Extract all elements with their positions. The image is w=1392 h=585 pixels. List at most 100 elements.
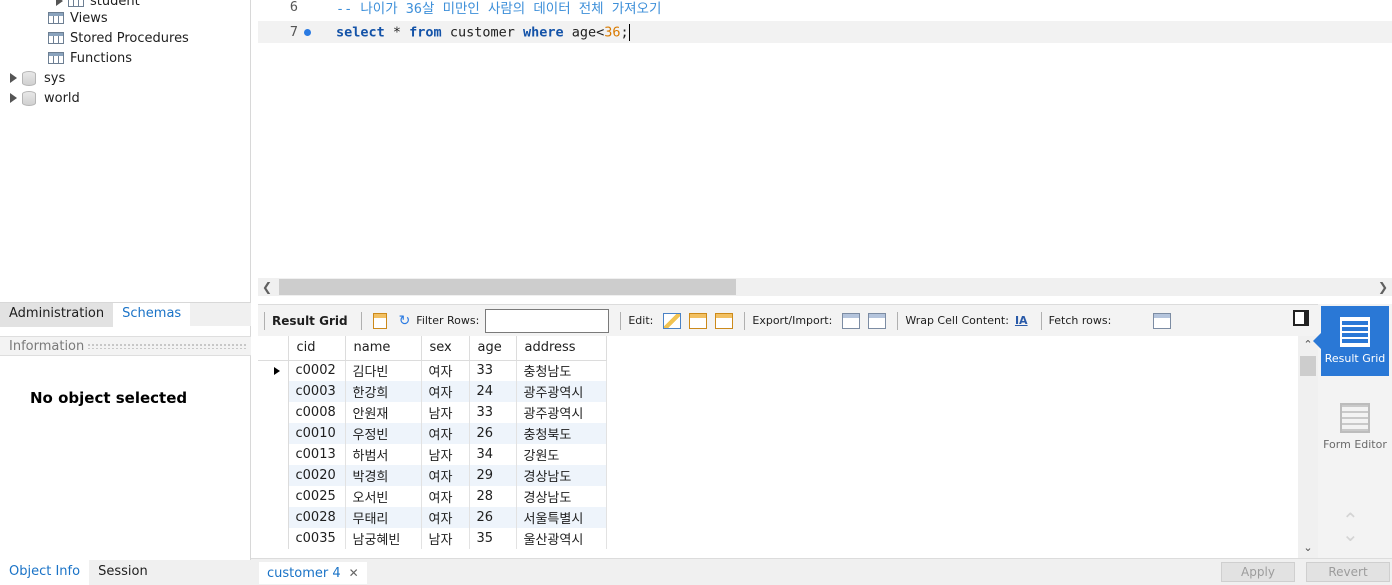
scroll-down-icon[interactable]: ⌄	[1298, 541, 1318, 554]
tree-item-sys[interactable]: sys	[10, 68, 65, 88]
export-icon[interactable]	[842, 312, 861, 329]
table-cell-cid[interactable]: c0035	[288, 528, 346, 549]
tree-item-functions[interactable]: Functions	[48, 48, 132, 68]
table-row[interactable]: c0010 우정빈 여자 26 충청북도	[258, 423, 607, 444]
drag-handle[interactable]	[87, 343, 247, 349]
table-cell-sex[interactable]: 남자	[421, 528, 470, 549]
import-icon[interactable]	[868, 312, 887, 329]
result-tab-customer-4[interactable]: customer 4 ✕	[259, 562, 367, 584]
fetch-rows-icon[interactable]	[1153, 312, 1172, 329]
table-cell-age[interactable]: 24	[469, 381, 517, 402]
edit-row-icon[interactable]	[663, 312, 682, 329]
table-row[interactable]: c0008 안원재 남자 33 광주광역시	[258, 402, 607, 423]
row-selector[interactable]	[258, 528, 289, 549]
table-cell-name[interactable]: 박경희	[345, 465, 422, 486]
table-cell-sex[interactable]: 남자	[421, 402, 470, 423]
tab-object-info[interactable]: Object Info	[0, 560, 90, 585]
table-cell-name[interactable]: 우정빈	[345, 423, 422, 444]
row-selector[interactable]	[258, 402, 289, 423]
table-cell-name[interactable]: 김다빈	[345, 360, 422, 381]
table-row[interactable]: c0025 오서빈 여자 28 경상남도	[258, 486, 607, 507]
tree-item-views[interactable]: Views	[48, 8, 108, 28]
table-cell-age[interactable]: 34	[469, 444, 517, 465]
table-cell-cid[interactable]: c0002	[288, 360, 346, 381]
tab-session[interactable]: Session	[89, 560, 157, 585]
wrap-cell-icon[interactable]: IA	[1015, 314, 1028, 327]
row-selector[interactable]	[258, 507, 289, 528]
row-selector[interactable]	[258, 444, 289, 465]
table-cell-age[interactable]: 26	[469, 423, 517, 444]
table-cell-address[interactable]: 강원도	[516, 444, 607, 465]
form-editor-view-button[interactable]: Form Editor	[1321, 392, 1389, 462]
grid-vertical-scrollbar[interactable]: ⌃ ⌄	[1298, 336, 1318, 558]
column-header[interactable]: age	[469, 336, 517, 361]
result-grid-view-button[interactable]: Result Grid	[1313, 306, 1389, 376]
table-cell-name[interactable]: 무태리	[345, 507, 422, 528]
table-cell-cid[interactable]: c0028	[288, 507, 346, 528]
delete-row-icon[interactable]	[715, 312, 734, 329]
table-cell-cid[interactable]: c0003	[288, 381, 346, 402]
table-cell-address[interactable]: 경상남도	[516, 486, 607, 507]
row-selector[interactable]	[258, 381, 289, 402]
table-cell-cid[interactable]: c0010	[288, 423, 346, 444]
scroll-right-icon[interactable]: ❯	[1374, 278, 1392, 296]
column-header[interactable]: name	[345, 336, 422, 361]
scrollbar-thumb[interactable]	[279, 279, 736, 295]
scroll-left-icon[interactable]: ❮	[258, 278, 276, 296]
editor-line[interactable]: 6 -- 나이가 36살 미만인 사람의 데이터 전체 가져오기	[258, 0, 1392, 18]
table-cell-address[interactable]: 광주광역시	[516, 381, 607, 402]
panel-scroll-down-icon[interactable]: ⌄	[1342, 522, 1359, 546]
table-row[interactable]: c0002 김다빈 여자 33 충청남도	[258, 360, 607, 381]
table-cell-age[interactable]: 33	[469, 402, 517, 423]
column-header[interactable]: address	[516, 336, 607, 361]
table-cell-name[interactable]: 안원재	[345, 402, 422, 423]
table-cell-name[interactable]: 남궁혜빈	[345, 528, 422, 549]
table-cell-address[interactable]: 광주광역시	[516, 402, 607, 423]
table-row[interactable]: c0020 박경희 여자 29 경상남도	[258, 465, 607, 486]
table-cell-name[interactable]: 하범서	[345, 444, 422, 465]
table-cell-sex[interactable]: 남자	[421, 444, 470, 465]
column-header[interactable]: sex	[421, 336, 470, 361]
editor-line-current[interactable]: 7 select * from customer where age<36;	[258, 21, 1392, 43]
table-cell-address[interactable]: 서울특별시	[516, 507, 607, 528]
table-cell-address[interactable]: 경상남도	[516, 465, 607, 486]
table-cell-sex[interactable]: 여자	[421, 423, 470, 444]
row-selector[interactable]	[258, 423, 289, 444]
table-cell-age[interactable]: 29	[469, 465, 517, 486]
row-selector-header[interactable]	[258, 336, 289, 361]
tree-item-stored-procedures[interactable]: Stored Procedures	[48, 28, 189, 48]
expand-arrow-icon[interactable]	[10, 93, 17, 103]
close-icon[interactable]: ✕	[349, 566, 359, 580]
scrollbar-thumb[interactable]	[1300, 356, 1316, 376]
table-cell-cid[interactable]: c0008	[288, 402, 346, 423]
table-cell-age[interactable]: 33	[469, 360, 517, 381]
table-cell-address[interactable]: 울산광역시	[516, 528, 607, 549]
table-row[interactable]: c0013 하범서 남자 34 강원도	[258, 444, 607, 465]
table-cell-sex[interactable]: 여자	[421, 381, 470, 402]
table-cell-address[interactable]: 충청북도	[516, 423, 607, 444]
refresh-icon[interactable]: ↻	[399, 313, 411, 329]
sql-editor[interactable]: 6 -- 나이가 36살 미만인 사람의 데이터 전체 가져오기 7 selec…	[258, 0, 1392, 277]
panel-toggle-icon[interactable]	[1293, 310, 1309, 326]
revert-button[interactable]: Revert	[1306, 562, 1390, 582]
tab-schemas[interactable]: Schemas	[113, 302, 191, 327]
table-row[interactable]: c0035 남궁혜빈 남자 35 울산광역시	[258, 528, 607, 549]
row-selector[interactable]	[258, 360, 289, 381]
grid-toggle-icon[interactable]	[372, 312, 387, 329]
filter-rows-input[interactable]	[485, 308, 610, 333]
column-header[interactable]: cid	[288, 336, 346, 361]
apply-button[interactable]: Apply	[1221, 562, 1295, 582]
table-cell-sex[interactable]: 여자	[421, 360, 470, 381]
table-cell-sex[interactable]: 여자	[421, 507, 470, 528]
table-row[interactable]: c0028 무태리 여자 26 서울특별시	[258, 507, 607, 528]
table-cell-name[interactable]: 오서빈	[345, 486, 422, 507]
table-cell-age[interactable]: 28	[469, 486, 517, 507]
editor-horizontal-scrollbar[interactable]: ❮ ❯	[258, 278, 1392, 296]
table-cell-cid[interactable]: c0013	[288, 444, 346, 465]
tree-item-world[interactable]: world	[10, 88, 80, 108]
add-row-icon[interactable]	[689, 312, 708, 329]
table-cell-cid[interactable]: c0025	[288, 486, 346, 507]
tab-administration[interactable]: Administration	[0, 302, 114, 327]
table-cell-sex[interactable]: 여자	[421, 465, 470, 486]
table-row[interactable]: c0003 한강희 여자 24 광주광역시	[258, 381, 607, 402]
